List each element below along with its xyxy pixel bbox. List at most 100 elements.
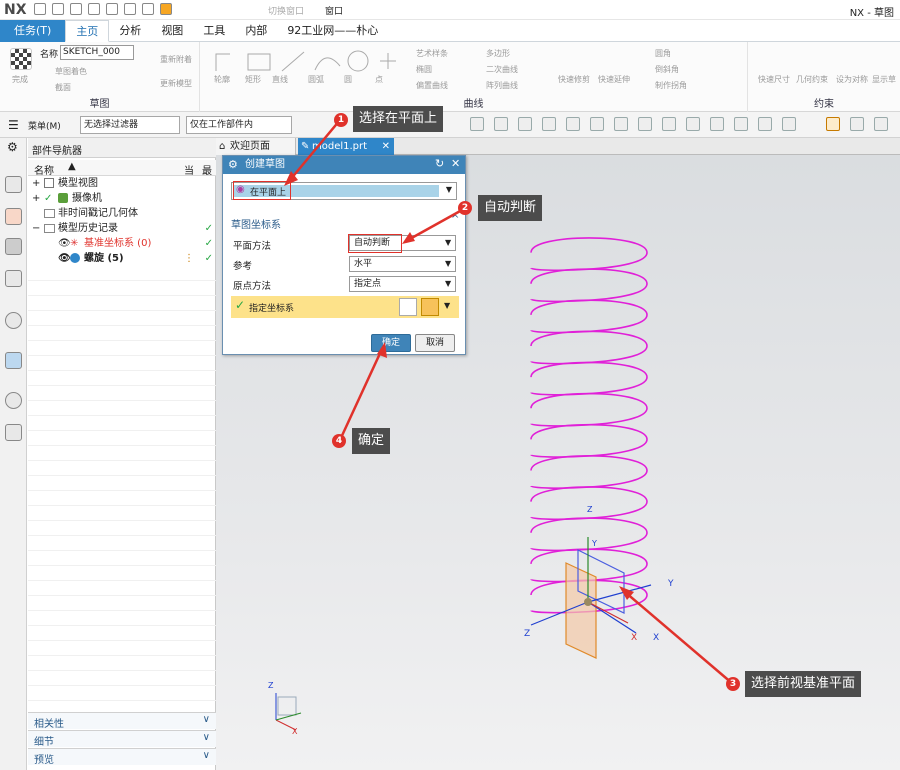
ok-button[interactable]: 确定: [371, 334, 411, 352]
ellipse-button[interactable]: 椭圆: [416, 64, 432, 75]
part-navigator-icon[interactable]: [5, 238, 22, 255]
zoom-icon[interactable]: [826, 117, 840, 131]
rotate-icon[interactable]: [874, 117, 888, 131]
nav-row-model-history[interactable]: − 模型历史记录 ✓: [28, 221, 216, 236]
switch-window-button[interactable]: 切换窗口: [268, 4, 304, 17]
window-menu[interactable]: 窗口: [325, 4, 343, 17]
tab-home[interactable]: 主页: [65, 19, 110, 42]
tab-internal[interactable]: 内部: [235, 20, 277, 42]
menu-button[interactable]: 菜单(M): [28, 119, 61, 132]
update-model-button[interactable]: 更新模型: [160, 78, 192, 89]
geometric-constraints-button[interactable]: 几何约束: [796, 74, 828, 85]
snap-icon-4[interactable]: [542, 117, 556, 131]
pattern-curve-button[interactable]: 阵列曲线: [486, 80, 518, 91]
accordion-dependencies[interactable]: 相关性 ∨: [28, 712, 216, 730]
constraint-navigator-icon[interactable]: [5, 208, 22, 225]
snap-icon-13[interactable]: [758, 117, 772, 131]
cancel-button[interactable]: 取消: [415, 334, 455, 352]
menu-icon[interactable]: ☰: [8, 118, 19, 132]
redo-icon[interactable]: [70, 3, 82, 15]
profile-button[interactable]: 轮廓: [214, 74, 230, 85]
rectangle-button[interactable]: 矩形: [245, 74, 261, 85]
sketch-name-field[interactable]: SKETCH_000: [60, 45, 134, 60]
circle-button[interactable]: 圆: [344, 74, 352, 85]
snap-icon-6[interactable]: [590, 117, 604, 131]
paste-icon[interactable]: [124, 3, 136, 15]
history-icon[interactable]: [5, 352, 22, 369]
gear-icon[interactable]: ⚙: [228, 158, 238, 171]
reset-icon[interactable]: ↻: [435, 157, 444, 170]
role-icon[interactable]: [5, 424, 22, 441]
offset-curve-button[interactable]: 偏置曲线: [416, 80, 448, 91]
fillet-button[interactable]: 圆角: [655, 48, 671, 59]
save-icon[interactable]: [34, 3, 46, 15]
snap-icon-5[interactable]: [566, 117, 580, 131]
clock-icon[interactable]: [5, 392, 22, 409]
quick-dimension-button[interactable]: 快速尺寸: [758, 74, 790, 85]
nav-row-helix[interactable]: 👁 螺旋 (5) ⋮ ✓: [28, 251, 216, 266]
tab-custom[interactable]: 92工业网——朴心: [277, 20, 388, 42]
print-icon[interactable]: [142, 3, 154, 15]
arc-button[interactable]: 圆弧: [308, 74, 324, 85]
accordion-preview[interactable]: 预览 ∨: [28, 748, 216, 766]
snap-icon-1[interactable]: [470, 117, 484, 131]
nav-row-cameras[interactable]: + ✓ 摄像机: [28, 191, 216, 206]
snap-icon-8[interactable]: [638, 117, 652, 131]
quick-extend-button[interactable]: 快速延伸: [598, 74, 630, 85]
specify-csys-row[interactable]: ✓ 指定坐标系 ▼: [231, 296, 459, 318]
tab-analysis[interactable]: 分析: [109, 20, 151, 42]
eye-icon[interactable]: 👁: [58, 251, 71, 266]
snap-icon-10[interactable]: [686, 117, 700, 131]
collapse-icon[interactable]: ^: [451, 214, 459, 225]
selection-scope-dropdown[interactable]: 仅在工作部件内: [186, 116, 292, 134]
web-browser-icon[interactable]: [5, 312, 22, 329]
column-name[interactable]: 名称: [34, 162, 54, 177]
nav-row-datum-csys[interactable]: 👁 ✳ 基准坐标系 (0) ✓: [28, 236, 216, 251]
snap-icon-3[interactable]: [518, 117, 532, 131]
snap-icon-7[interactable]: [614, 117, 628, 131]
eye-icon[interactable]: 👁: [58, 236, 71, 251]
quick-trim-button[interactable]: 快速修剪: [558, 74, 590, 85]
new-feature-icon[interactable]: [160, 3, 172, 15]
snap-icon-14[interactable]: [782, 117, 796, 131]
origin-method-dropdown[interactable]: 指定点: [349, 276, 456, 292]
close-icon[interactable]: ✕: [382, 138, 390, 155]
column-latest[interactable]: 最: [202, 162, 212, 177]
polygon-button[interactable]: 多边形: [486, 48, 510, 59]
undo-icon[interactable]: [52, 3, 64, 15]
conic-button[interactable]: 二次曲线: [486, 64, 518, 75]
point-button[interactable]: 点: [375, 74, 383, 85]
chamfer-button[interactable]: 倒斜角: [655, 64, 679, 75]
make-symmetric-button[interactable]: 设为对称: [836, 74, 868, 85]
snap-icon-9[interactable]: [662, 117, 676, 131]
tab-tools[interactable]: 工具: [193, 20, 235, 42]
csys-dialog-icon[interactable]: [399, 298, 417, 316]
csys-xc-icon[interactable]: [421, 298, 439, 316]
finish-flag-icon[interactable]: [10, 48, 32, 70]
sort-up-icon[interactable]: ▲: [68, 161, 76, 172]
reuse-library-icon[interactable]: [5, 270, 22, 287]
copy-icon[interactable]: [106, 3, 118, 15]
nav-row-model-views[interactable]: + 模型视图: [28, 176, 216, 191]
section-button[interactable]: 截面: [55, 82, 71, 93]
nav-row-non-timestamp[interactable]: 非时间戳记几何体: [28, 206, 216, 221]
display-sketch-button[interactable]: 显示草: [872, 74, 896, 85]
reference-dropdown[interactable]: 水平: [349, 256, 456, 272]
column-current[interactable]: 当: [184, 162, 194, 177]
accordion-details[interactable]: 细节 ∨: [28, 730, 216, 748]
tab-model[interactable]: ✎ model1.prt ✕: [298, 138, 394, 155]
fit-view-icon[interactable]: [850, 117, 864, 131]
make-corner-button[interactable]: 制作拐角: [655, 80, 687, 91]
tab-welcome[interactable]: ⌂ 欢迎页面: [216, 138, 296, 155]
cut-icon[interactable]: [88, 3, 100, 15]
snap-icon-11[interactable]: [710, 117, 724, 131]
assembly-navigator-icon[interactable]: [5, 176, 22, 193]
selection-filter-dropdown[interactable]: 无选择过滤器: [80, 116, 180, 134]
tab-task[interactable]: 任务(T): [0, 19, 66, 42]
reattach-button[interactable]: 重新附着: [160, 54, 192, 65]
line-button[interactable]: 直线: [272, 74, 288, 85]
snap-icon-12[interactable]: [734, 117, 748, 131]
spline-button[interactable]: 艺术样条: [416, 48, 448, 59]
close-icon[interactable]: ✕: [451, 157, 460, 170]
curve-tools-icons[interactable]: [210, 46, 400, 76]
